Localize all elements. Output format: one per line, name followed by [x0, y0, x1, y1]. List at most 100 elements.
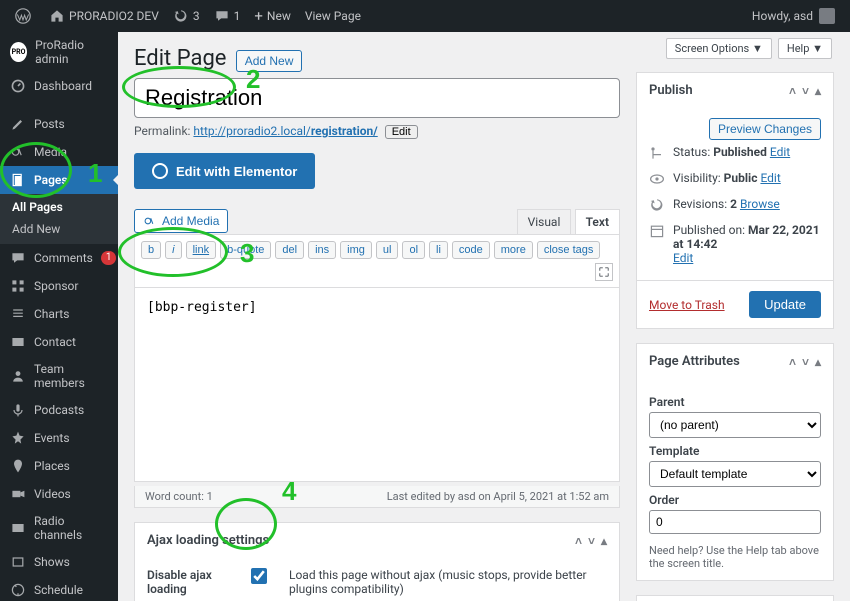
permalink-link[interactable]: http://proradio2.local/registration/	[193, 124, 377, 138]
sidebar-item-label: Videos	[34, 487, 71, 501]
permalink-edit-button[interactable]: Edit	[385, 125, 418, 139]
sidebar-item-radio[interactable]: Radio channels	[0, 508, 118, 548]
tab-visual[interactable]: Visual	[517, 209, 572, 234]
qt-more[interactable]: more	[494, 241, 533, 259]
help-button[interactable]: Help ▼	[778, 38, 832, 59]
howdy-text: Howdy, asd	[752, 9, 813, 23]
sidebar-item-label: Comments	[34, 251, 93, 265]
page-title: Edit Page	[134, 46, 226, 71]
sidebar-item-charts[interactable]: Charts	[0, 300, 118, 328]
sidebar-item-label: Sponsor	[34, 279, 78, 293]
comments-link[interactable]: 1	[207, 0, 248, 32]
add-media-button[interactable]: Add Media	[134, 209, 228, 233]
tab-text[interactable]: Text	[575, 209, 620, 234]
new-link[interactable]: +New	[247, 0, 297, 32]
site-home[interactable]: PRORADIO2 DEV	[42, 0, 166, 32]
published-label: Published on:	[673, 223, 745, 237]
sidebar-item-media[interactable]: Media	[0, 138, 118, 166]
toggle-icon[interactable]: ▴	[815, 355, 821, 369]
sidebar-item-label: Team members	[34, 362, 108, 390]
postbox-publish: Publish˄˅▴ Preview Changes Status: Publi…	[636, 72, 834, 329]
toggle-icon[interactable]: ▴	[815, 84, 821, 98]
qt-code[interactable]: code	[452, 241, 490, 259]
qt-close[interactable]: close tags	[537, 241, 601, 259]
admin-bar: PRORADIO2 DEV 3 1 +New View Page Howdy, …	[0, 0, 850, 32]
disable-ajax-checkbox[interactable]	[251, 568, 267, 584]
sidebar-brand[interactable]: PROProRadio admin	[0, 32, 118, 72]
content-textarea[interactable]: [bbp-register]	[134, 287, 620, 482]
side-column: Publish˄˅▴ Preview Changes Status: Publi…	[636, 72, 834, 601]
visibility-edit-link[interactable]: Edit	[760, 171, 780, 185]
sidebar-item-videos[interactable]: Videos	[0, 480, 118, 508]
revisions-browse-link[interactable]: Browse	[740, 197, 780, 211]
order-input[interactable]	[649, 510, 821, 534]
qt-b[interactable]: b	[141, 241, 161, 259]
postbox-featured: Featured image˄˅▴ Set featured image	[636, 595, 834, 601]
qt-bquote[interactable]: b-quote	[220, 241, 271, 259]
sidebar-item-posts[interactable]: Posts	[0, 110, 118, 138]
postbox-title: Page Attributes	[649, 354, 740, 369]
howdy-link[interactable]: Howdy, asd	[745, 0, 842, 32]
qt-ul[interactable]: ul	[376, 241, 399, 259]
move-up-icon[interactable]: ˄	[789, 355, 796, 369]
postbox-ajax: Ajax loading settings˄˅▴ Disable ajax lo…	[134, 522, 620, 601]
sidebar-item-schedule[interactable]: Schedule	[0, 576, 118, 601]
postbox-featured-header[interactable]: Featured image˄˅▴	[637, 596, 833, 601]
move-down-icon[interactable]: ˅	[588, 534, 595, 548]
submenu-all-pages[interactable]: All Pages	[0, 196, 118, 218]
parent-select[interactable]: (no parent)	[649, 412, 821, 438]
toggle-icon[interactable]: ▴	[601, 534, 607, 548]
view-page-link[interactable]: View Page	[298, 0, 368, 32]
sidebar-item-label: Media	[34, 145, 67, 159]
revisions-value: 2	[730, 197, 737, 211]
postbox-ajax-header[interactable]: Ajax loading settings˄˅▴	[135, 523, 619, 558]
published-edit-link[interactable]: Edit	[673, 251, 693, 265]
last-edited-text: Last edited by asd on April 5, 2021 at 1…	[387, 490, 609, 503]
preview-changes-button[interactable]: Preview Changes	[709, 118, 821, 140]
move-up-icon[interactable]: ˄	[575, 534, 582, 548]
move-up-icon[interactable]: ˄	[789, 84, 796, 98]
status-edit-link[interactable]: Edit	[770, 145, 790, 159]
sidebar-item-places[interactable]: Places	[0, 452, 118, 480]
qt-li[interactable]: li	[429, 241, 448, 259]
ajax-disable-row: Disable ajax loading Load this page with…	[147, 568, 607, 596]
sidebar-item-label: Radio channels	[34, 514, 108, 542]
sidebar-item-events[interactable]: Events	[0, 424, 118, 452]
wp-logo[interactable]	[8, 0, 42, 32]
screen-options-button[interactable]: Screen Options ▼	[666, 38, 772, 59]
sidebar-item-shows[interactable]: Shows	[0, 548, 118, 576]
parent-label: Parent	[649, 395, 821, 409]
update-button[interactable]: Update	[749, 291, 821, 318]
sidebar-item-contact[interactable]: Contact	[0, 328, 118, 356]
permalink-slug: registration/	[311, 124, 378, 138]
updates-link[interactable]: 3	[166, 0, 207, 32]
qt-ol[interactable]: ol	[402, 241, 425, 259]
pub-published-row: Published on: Mar 22, 2021 at 14:42Edit	[649, 218, 821, 270]
sidebar-item-label: Podcasts	[34, 403, 84, 417]
sidebar-item-podcasts[interactable]: Podcasts	[0, 396, 118, 424]
postbox-publish-header[interactable]: Publish˄˅▴	[637, 73, 833, 108]
qt-del[interactable]: del	[275, 241, 304, 259]
qt-ins[interactable]: ins	[308, 241, 336, 259]
sidebar-item-dashboard[interactable]: Dashboard	[0, 72, 118, 100]
title-input[interactable]	[134, 78, 620, 118]
template-select[interactable]: Default template	[649, 461, 821, 487]
sidebar-item-comments[interactable]: Comments1	[0, 244, 118, 272]
permalink-base: http://proradio2.local/	[193, 124, 310, 138]
qt-img[interactable]: img	[340, 241, 372, 259]
sidebar-item-team[interactable]: Team members	[0, 356, 118, 396]
qt-i[interactable]: i	[165, 241, 181, 259]
sidebar-item-label: Dashboard	[34, 79, 92, 93]
move-down-icon[interactable]: ˅	[802, 355, 809, 369]
sidebar-item-pages[interactable]: Pages	[0, 166, 118, 194]
move-down-icon[interactable]: ˅	[802, 84, 809, 98]
sidebar-item-label: Shows	[34, 555, 70, 569]
move-to-trash-link[interactable]: Move to Trash	[649, 298, 725, 312]
fullscreen-button[interactable]	[595, 263, 613, 281]
postbox-attributes-header[interactable]: Page Attributes ˄ ˅ ▴	[637, 344, 833, 379]
qt-link[interactable]: link	[186, 241, 217, 259]
submenu-add-new[interactable]: Add New	[0, 218, 118, 240]
edit-with-elementor-button[interactable]: Edit with Elementor	[134, 153, 315, 189]
add-new-button[interactable]: Add New	[236, 50, 303, 72]
sidebar-item-sponsor[interactable]: Sponsor	[0, 272, 118, 300]
